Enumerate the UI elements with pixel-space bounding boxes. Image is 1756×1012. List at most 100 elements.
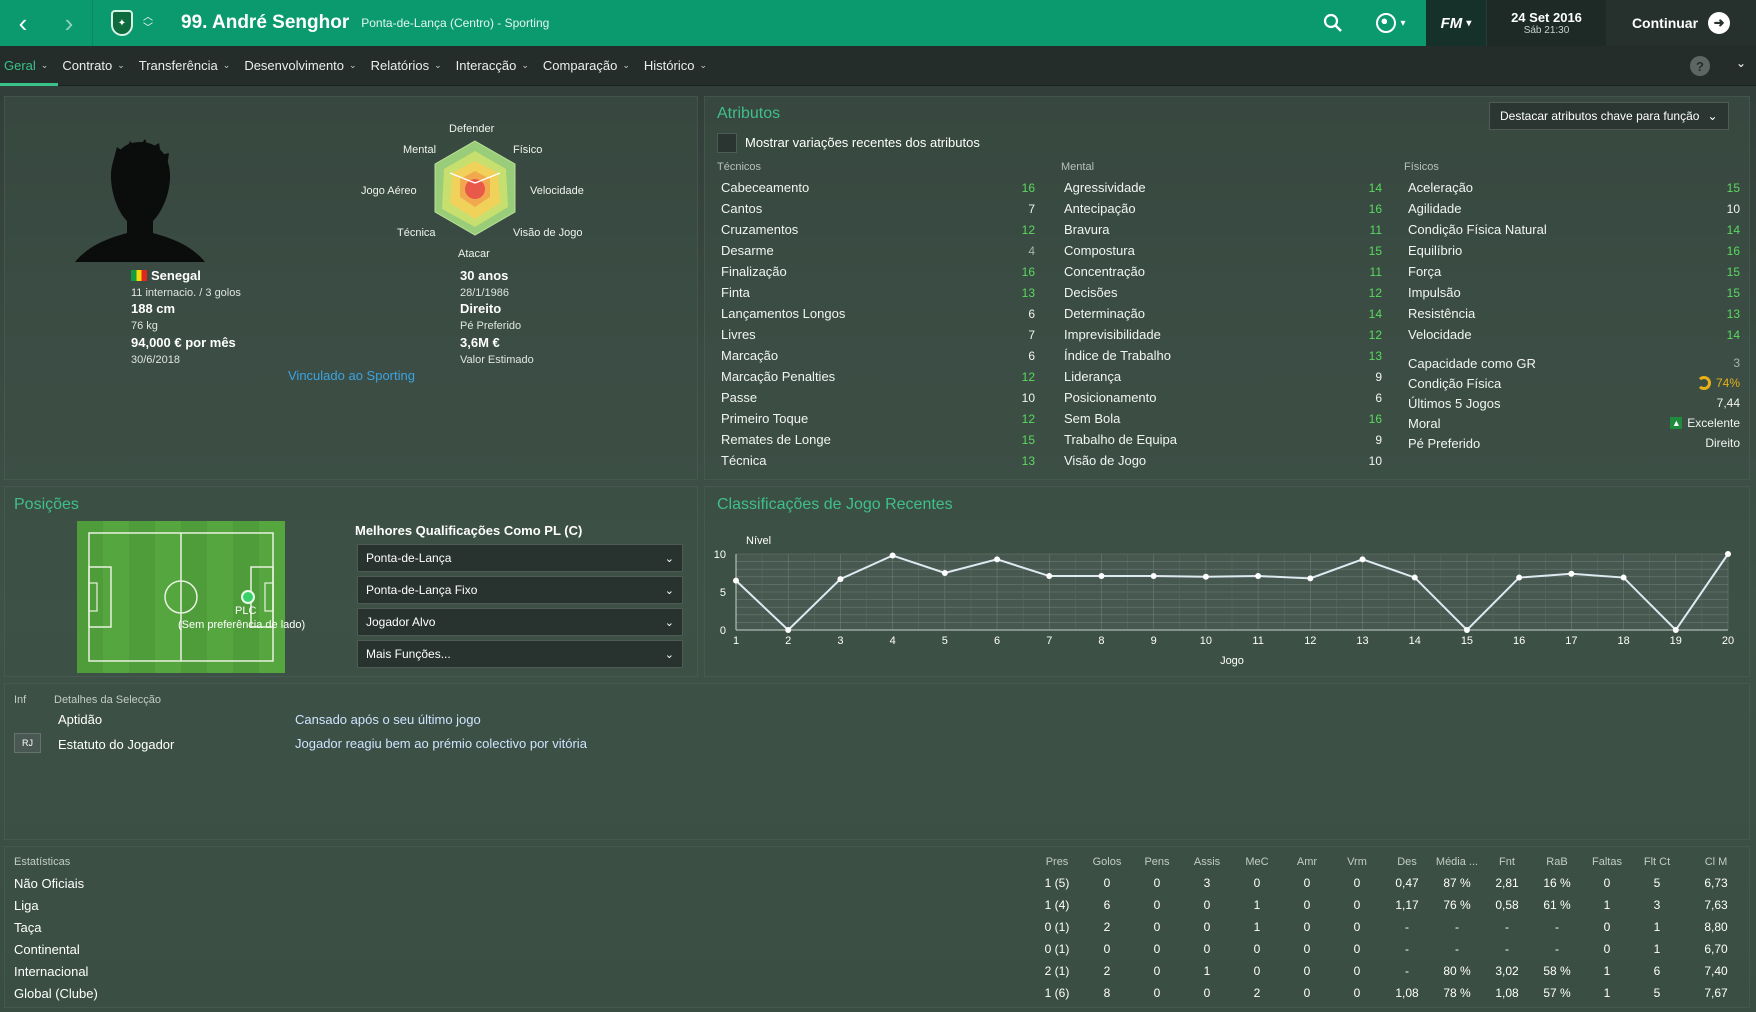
extra-value-wrap: 3 [1733, 356, 1740, 370]
world-menu-button[interactable]: ▾ [1356, 0, 1426, 46]
x-tick-label: 20 [1722, 635, 1734, 647]
stats-cell: 0 [1303, 986, 1311, 1000]
x-axis-label: Jogo [1220, 655, 1244, 667]
stats-header-row: Estatísticas Pres Golos Pens Assis MeC Amr Vrm D… [6, 852, 1750, 872]
attribute-name: Lançamentos Longos [721, 306, 846, 321]
chevron-down-icon[interactable]: ⌄ [1736, 56, 1746, 70]
stats-header-faltas[interactable]: Faltas [1582, 852, 1632, 872]
role-label: Ponta-de-Lança [366, 551, 452, 565]
attribute-value: 6 [1375, 390, 1382, 405]
menu-item-comparacao[interactable]: Comparação ⌄ [539, 46, 640, 86]
stats-cell: 0 [1353, 898, 1361, 912]
attribute-value: 15 [1726, 264, 1740, 279]
attribute-name: Remates de Longe [721, 432, 831, 447]
date-display[interactable]: 24 Set 2016 Sáb 21:30 [1486, 0, 1606, 46]
stats-header-fnt[interactable]: Fnt [1482, 852, 1532, 872]
attribute-name: Passe [721, 390, 758, 405]
stats-cell: 0 [1153, 942, 1161, 956]
menu-item-contrato[interactable]: Contrato ⌄ [58, 46, 134, 86]
attribute-value: 14 [1726, 327, 1740, 342]
stats-cell: 0 [1353, 964, 1361, 978]
menu-item-geral[interactable]: Geral ⌄ [0, 46, 59, 86]
attribute-row-livres: Livres 7 [721, 324, 1035, 345]
stats-header-pres[interactable]: Pres [1032, 852, 1082, 872]
extra-row-pe-preferido: Pé Preferido Direito [1408, 433, 1740, 453]
attribute-row-remates-de-longe: Remates de Longe 15 [721, 429, 1035, 450]
role-dropdown-ponta-de-lanca[interactable]: Ponta-de-Lança ⌄ [357, 544, 683, 572]
club-link[interactable]: Vinculado ao Sporting [288, 368, 415, 383]
fisicos-header: Físicos [1404, 161, 1439, 173]
extra-row-ultimos-5-jogos: Últimos 5 Jogos 7,44 [1408, 393, 1740, 413]
attribute-row-finalizacao: Finalização 16 [721, 261, 1035, 282]
attribute-value: 10 [1368, 453, 1382, 468]
club-switcher[interactable]: ✦ ︿ ﹀ [92, 0, 163, 46]
stats-cell: 1 [1253, 920, 1261, 934]
stats-header-pens[interactable]: Pens [1132, 852, 1182, 872]
menu-item-interaccao[interactable]: Interacção ⌄ [452, 46, 539, 86]
stats-header-des[interactable]: Des [1382, 852, 1432, 872]
prev-next-player-icon[interactable]: ︿ ﹀ [143, 12, 153, 34]
back-arrow-icon[interactable]: ‹ [0, 0, 46, 46]
stats-cell: 0 [1153, 986, 1161, 1000]
extra-value-wrap: 74% [1696, 376, 1740, 390]
stats-cell: 2 [1103, 964, 1111, 978]
stats-cell: 1 [1653, 942, 1661, 956]
forward-arrow-icon[interactable]: › [46, 0, 92, 46]
stats-header-mec[interactable]: MeC [1232, 852, 1282, 872]
attribute-name: Marcação [721, 348, 779, 363]
stats-row-label: Continental [14, 941, 80, 957]
menu-item-transferencia[interactable]: Transferência ⌄ [135, 46, 241, 86]
role-dropdown-ponta-de-lanca-fixo[interactable]: Ponta-de-Lança Fixo ⌄ [357, 576, 683, 604]
attribute-name: Cruzamentos [721, 222, 799, 237]
stats-header-media[interactable]: Média ... [1432, 852, 1482, 872]
stats-header-golos[interactable]: Golos [1082, 852, 1132, 872]
selection-details-header: Detalhes da Selecção [54, 694, 162, 706]
radar-label-velocidade: Velocidade [530, 185, 584, 197]
attribute-row-posicionamento: Posicionamento 6 [1064, 387, 1382, 408]
rating-point [1568, 570, 1575, 577]
help-icon[interactable]: ? [1690, 56, 1710, 76]
attribute-row-finta: Finta 13 [721, 282, 1035, 303]
attribute-value: 9 [1375, 432, 1382, 447]
stats-cell: 0 [1153, 876, 1161, 890]
highlight-attributes-dropdown[interactable]: Destacar atributos chave para função ⌄ [1489, 102, 1729, 130]
search-icon[interactable] [1310, 0, 1356, 46]
stats-cell: 6 [1653, 964, 1661, 978]
rating-point [1672, 627, 1679, 633]
rating-point [1150, 573, 1157, 580]
stats-cell: 0 [1353, 942, 1361, 956]
stats-header-vrm[interactable]: Vrm [1332, 852, 1382, 872]
y-tick-label: 10 [714, 549, 726, 561]
show-changes-label: Mostrar variações recentes dos atributos [745, 135, 980, 150]
attribute-row-indice-de-trabalho: Índice de Trabalho 13 [1064, 345, 1382, 366]
attribute-name: Liderança [1064, 369, 1122, 384]
stats-header-assis[interactable]: Assis [1182, 852, 1232, 872]
role-dropdown-jogador-alvo[interactable]: Jogador Alvo ⌄ [357, 608, 683, 636]
stats-cell: 87 % [1443, 876, 1471, 890]
menu-item-relatorios[interactable]: Relatórios ⌄ [367, 46, 452, 86]
attribute-value: 10 [1021, 390, 1035, 405]
stats-header-rab[interactable]: RaB [1532, 852, 1582, 872]
table-row: Liga 1 (4) 6 0 0 1 0 0 1,17 76 % 0,58 61 % 1 3 7,63 [6, 894, 1750, 916]
chevron-down-icon: ▾ [1466, 17, 1472, 29]
menu-item-desenvolvimento[interactable]: Desenvolvimento ⌄ [240, 46, 366, 86]
stats-cell: 1 [1653, 920, 1661, 934]
role-dropdown-mais-funcoes[interactable]: Mais Funções... ⌄ [357, 640, 683, 668]
mental-header: Mental [1061, 161, 1095, 173]
x-tick-label: 1 [733, 635, 739, 647]
attribute-name: Força [1408, 264, 1442, 279]
continue-button[interactable]: Continuar ➜ [1606, 0, 1756, 46]
show-changes-checkbox[interactable] [717, 133, 737, 153]
attribute-row-antecipacao: Antecipação 16 [1064, 198, 1382, 219]
menu-item-historico[interactable]: Histórico ⌄ [640, 46, 717, 86]
stats-header-amr[interactable]: Amr [1282, 852, 1332, 872]
attribute-name: Concentração [1064, 264, 1145, 279]
stats-header-flt-ct[interactable]: Flt Ct [1632, 852, 1682, 872]
stats-cell: 0 [1103, 942, 1111, 956]
fm-menu-button[interactable]: FM ▾ [1426, 0, 1486, 46]
attribute-value: 13 [1726, 306, 1740, 321]
chevron-down-icon: ⌄ [664, 552, 674, 565]
stats-header-cl-m[interactable]: Cl M [1682, 852, 1750, 872]
extra-value: 3 [1733, 356, 1740, 370]
stats-cell: 0 [1203, 898, 1211, 912]
